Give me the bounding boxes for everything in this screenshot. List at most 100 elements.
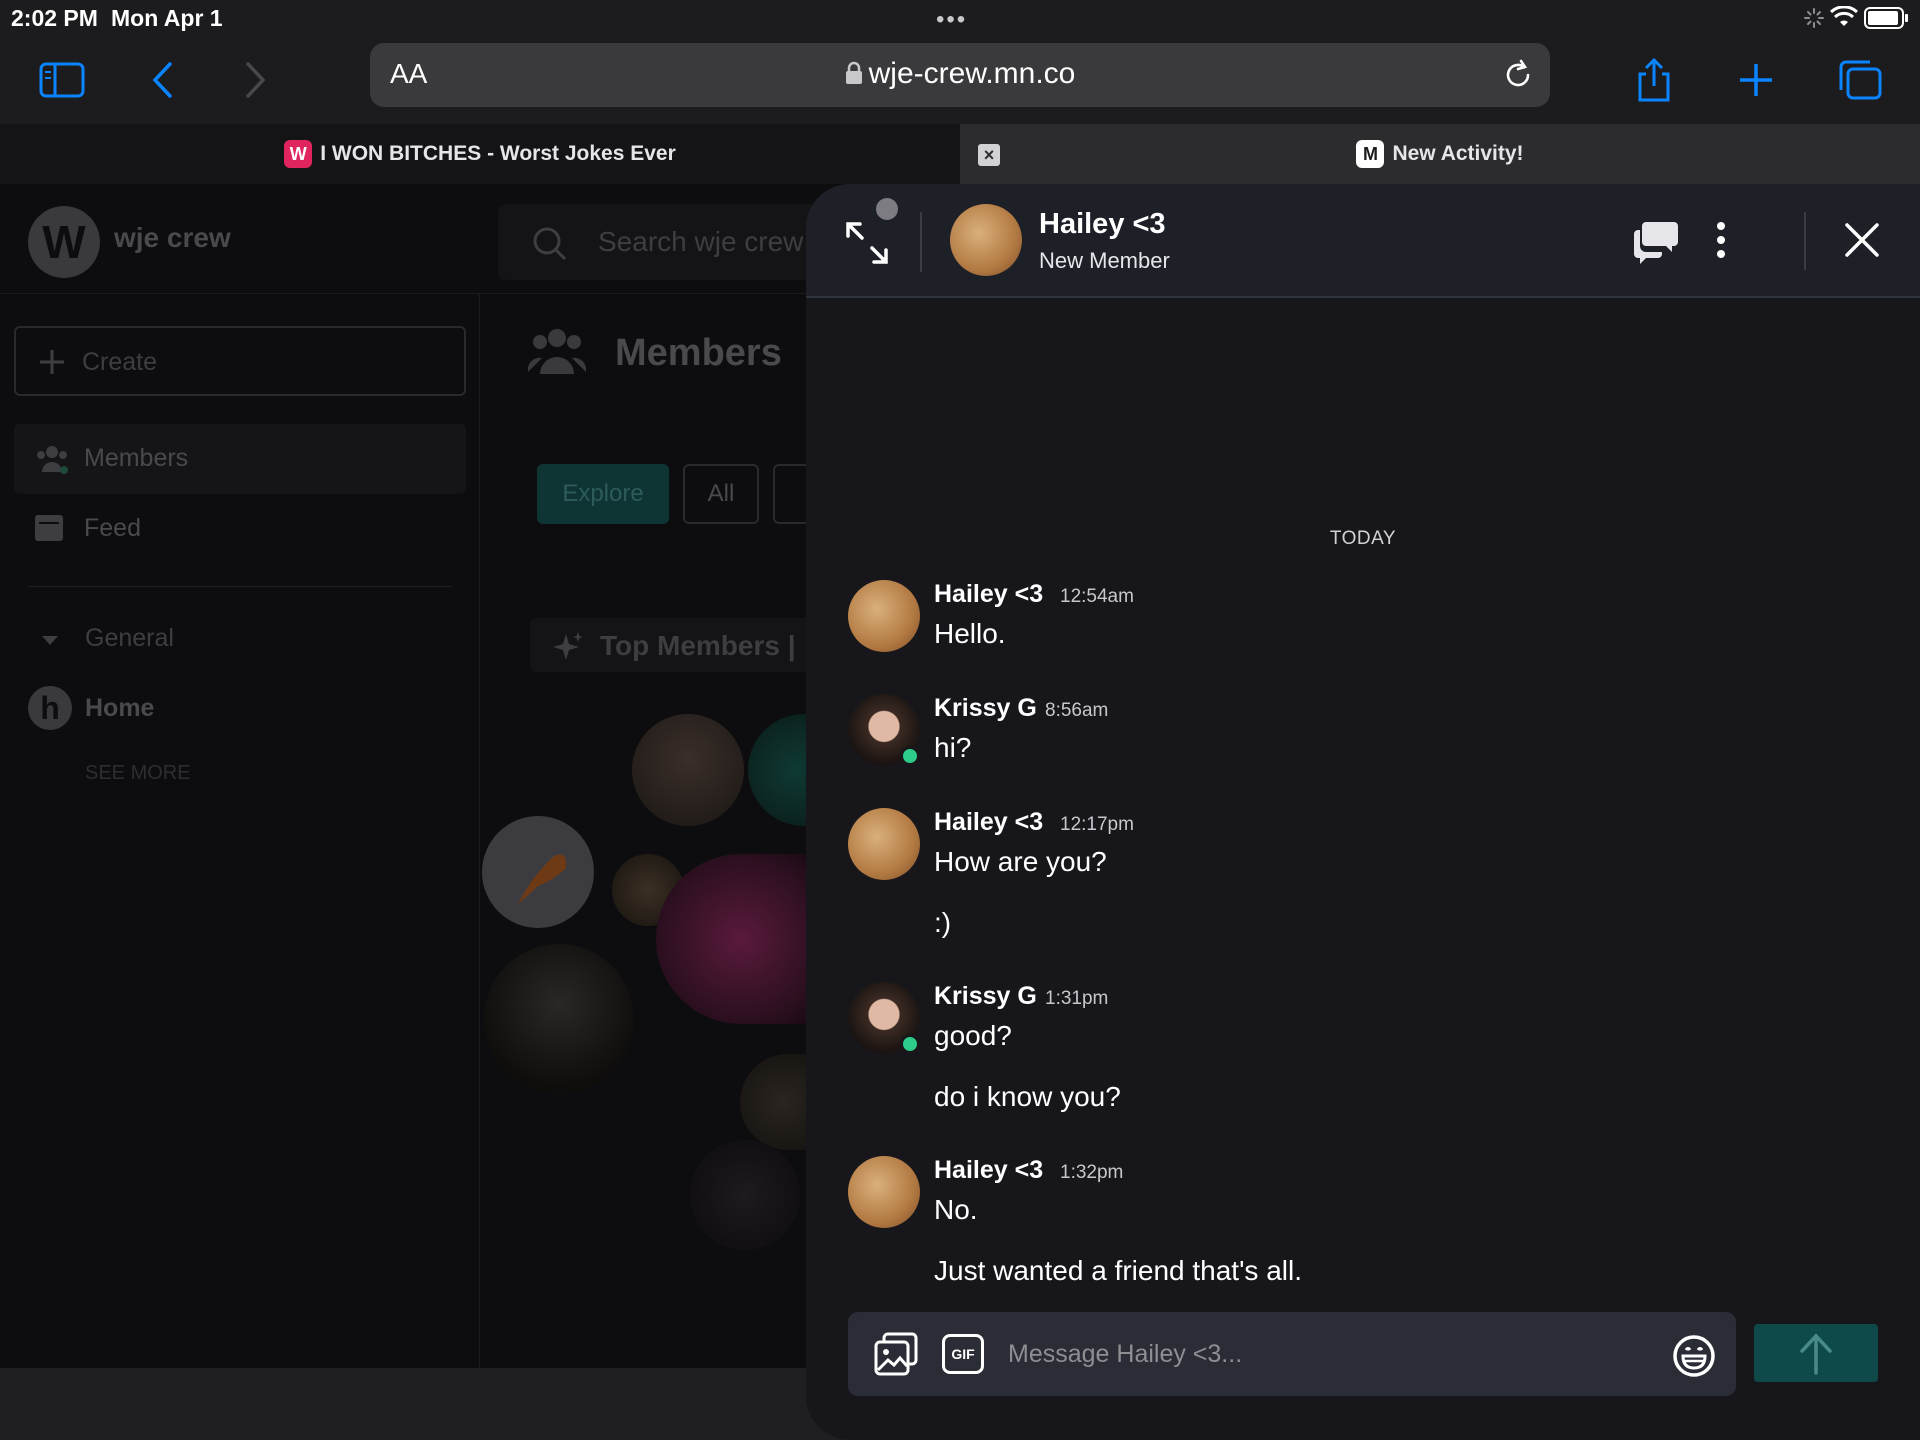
- site-brand: wje crew: [114, 222, 231, 253]
- back-button[interactable]: [134, 52, 190, 108]
- message-author[interactable]: Krissy G: [934, 694, 1037, 723]
- chat-panel: Hailey <3 New Member TODAY Hailey <3 12:…: [806, 184, 1920, 1440]
- message-text: No.: [934, 1194, 978, 1225]
- tab-title: I WON BITCHES - Worst Jokes Ever: [320, 142, 676, 165]
- pointer-dot: [876, 198, 898, 220]
- message-time: 1:31pm: [1045, 988, 1109, 1009]
- message-time: 12:54am: [1060, 586, 1134, 607]
- plus-icon: [40, 350, 64, 374]
- tabs-icon: [1839, 60, 1882, 100]
- browser-toolbar: AA wje-crew.mn.co: [0, 38, 1920, 124]
- message-author[interactable]: Hailey <3: [934, 1156, 1043, 1185]
- message-text: hi?: [934, 732, 972, 763]
- header-separator: [1804, 212, 1806, 270]
- plus-icon: [1740, 64, 1772, 96]
- chat-header: Hailey <3 New Member: [806, 184, 1920, 298]
- message-time: 12:17pm: [1060, 814, 1134, 835]
- forward-button[interactable]: [228, 52, 284, 108]
- avatar[interactable]: [848, 1156, 920, 1228]
- sidebar-toggle-button[interactable]: [34, 52, 90, 108]
- feed-icon: [35, 515, 63, 541]
- multitasking-dots[interactable]: •••: [936, 6, 967, 34]
- caret-down-icon: [42, 636, 58, 645]
- avatar[interactable]: [848, 808, 920, 880]
- top-members-header: Top Members |: [530, 618, 830, 672]
- share-button[interactable]: [1626, 52, 1682, 108]
- chevron-left-icon: [152, 62, 172, 98]
- avatar[interactable]: [950, 204, 1022, 276]
- sparkle-icon: [553, 632, 583, 660]
- message-input[interactable]: [1008, 1332, 1628, 1376]
- tab-close-icon[interactable]: ×: [978, 144, 1000, 166]
- day-separator: TODAY: [1329, 528, 1397, 549]
- explore-chip: Explore: [537, 464, 669, 524]
- sidebar-item-members: Members: [14, 424, 466, 494]
- tab-bar: W I WON BITCHES - Worst Jokes Ever M New…: [0, 124, 1920, 184]
- sidebar-item-home: Home: [85, 694, 155, 722]
- search-icon: [533, 227, 567, 261]
- site-logo: W: [28, 206, 100, 278]
- tab-new-activity[interactable]: M New Activity!: [960, 124, 1920, 184]
- status-bar: 2:02 PM Mon Apr 1 •••: [0, 0, 1920, 38]
- lock-icon: [845, 61, 862, 84]
- expand-icon[interactable]: [842, 218, 892, 268]
- reload-icon[interactable]: [1502, 59, 1534, 91]
- message-author[interactable]: Krissy G: [934, 982, 1037, 1011]
- mighty-networks-favicon-icon: M: [1356, 140, 1385, 168]
- sidebar-item-feed: Feed: [14, 494, 466, 564]
- see-more-link: SEE MORE: [85, 762, 191, 784]
- search-placeholder: Search wje crew: [598, 226, 804, 257]
- wifi-icon: [1830, 6, 1858, 26]
- battery-icon: [1864, 7, 1908, 29]
- close-icon[interactable]: [1842, 220, 1882, 260]
- members-icon: [528, 329, 586, 374]
- home-icon: h: [28, 686, 72, 730]
- message-text: do i know you?: [934, 1081, 1121, 1112]
- message-text: :): [934, 907, 952, 938]
- members-label: Members: [84, 444, 189, 472]
- message-author[interactable]: Hailey <3: [934, 808, 1043, 837]
- member-avatar: [632, 714, 744, 826]
- share-icon: [1638, 58, 1670, 102]
- message-author[interactable]: Hailey <3: [934, 580, 1043, 609]
- arrow-up-icon: [1800, 1333, 1832, 1375]
- chat-bubbles-icon[interactable]: [1632, 216, 1680, 264]
- tab-title: New Activity!: [1392, 142, 1524, 165]
- tab-worst-jokes-ever[interactable]: W I WON BITCHES - Worst Jokes Ever: [0, 124, 960, 184]
- message-text: How are you?: [934, 846, 1107, 877]
- member-avatar: [690, 1140, 800, 1250]
- message-time: 1:32pm: [1060, 1162, 1124, 1183]
- online-indicator: [900, 1034, 920, 1054]
- message-composer: GIF: [848, 1312, 1736, 1396]
- create-label: Create: [82, 348, 158, 376]
- status-time: 2:02 PM: [11, 5, 98, 31]
- header-separator: [920, 212, 922, 272]
- message-time: 8:56am: [1045, 700, 1109, 721]
- emoji-icon[interactable]: [1672, 1334, 1716, 1378]
- new-tab-button[interactable]: [1728, 52, 1784, 108]
- sidebar-divider: [28, 586, 452, 587]
- url-display[interactable]: wje-crew.mn.co: [370, 57, 1550, 91]
- message-text: Just wanted a friend that's all.: [934, 1255, 1302, 1286]
- chat-contact-name[interactable]: Hailey <3: [1039, 208, 1166, 241]
- gif-button[interactable]: GIF: [942, 1334, 984, 1374]
- member-avatar: [482, 816, 594, 928]
- online-indicator: [900, 746, 920, 766]
- status-date: Mon Apr 1: [111, 5, 223, 31]
- top-members-label: Top Members |: [600, 630, 796, 661]
- message-text: Hello.: [934, 618, 1006, 649]
- wje-favicon-icon: W: [284, 140, 313, 168]
- feed-label: Feed: [84, 514, 141, 542]
- url-text: wje-crew.mn.co: [868, 57, 1076, 90]
- avatar[interactable]: [848, 580, 920, 652]
- address-bar[interactable]: AA wje-crew.mn.co: [370, 43, 1550, 107]
- chat-contact-role: New Member: [1039, 248, 1170, 273]
- more-vertical-icon[interactable]: [1706, 216, 1736, 264]
- tab-overview-button[interactable]: [1832, 52, 1888, 108]
- site-sidebar: Create Members Feed General h Home SEE M…: [0, 294, 480, 1368]
- send-button[interactable]: [1754, 1324, 1878, 1382]
- image-upload-icon[interactable]: [874, 1332, 918, 1376]
- create-button: Create: [14, 326, 466, 396]
- fox-logo-icon: [518, 854, 567, 904]
- all-chip: All: [683, 464, 759, 524]
